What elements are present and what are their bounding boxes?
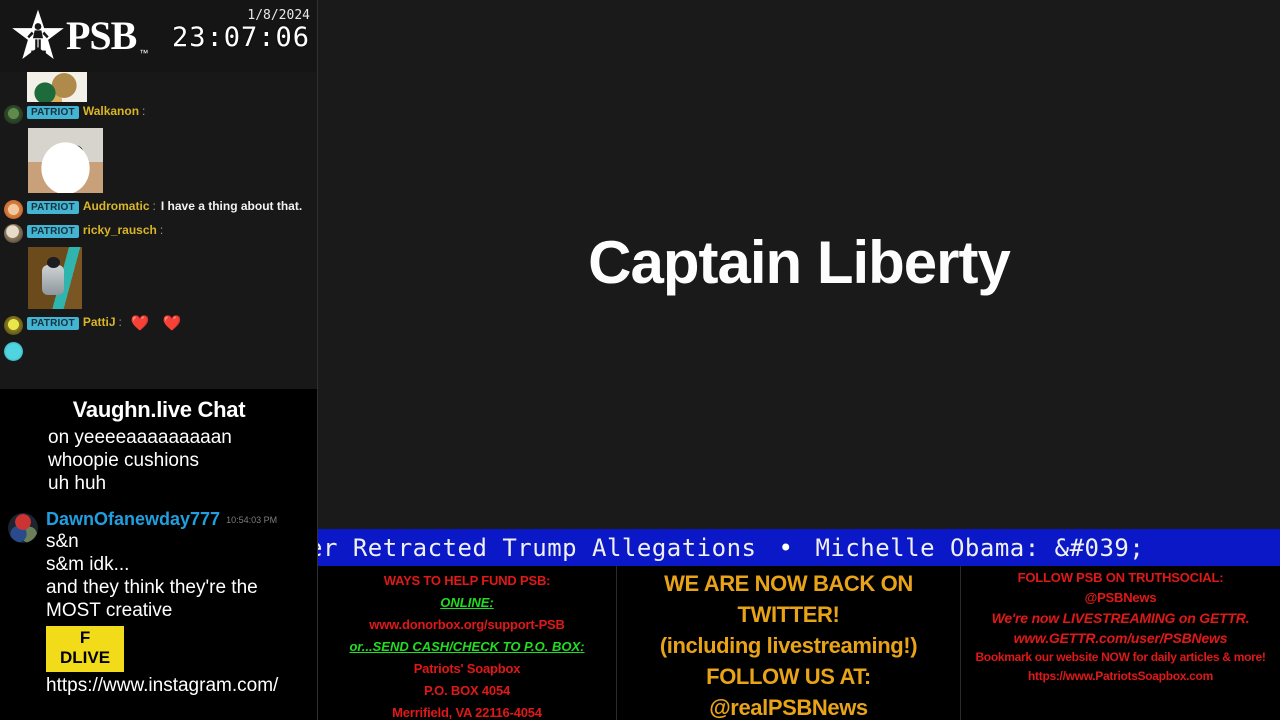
chat-message: PATRIOT Audromatic: I have a thing about t… xyxy=(0,197,318,221)
psb-header-bar: PSB ™ 1/8/2024 23:07:06 xyxy=(0,0,318,72)
vaughn-message-url[interactable]: https://www.instagram.com/ xyxy=(46,674,318,697)
dlive-badge-line-1: F xyxy=(79,628,91,647)
bookmark-heading: Bookmark our website NOW for daily artic… xyxy=(975,650,1266,664)
heart-icon: ❤️ xyxy=(130,314,150,332)
stream-caption-title: Captain Liberty xyxy=(588,229,1011,296)
avatar xyxy=(8,513,38,543)
avatar xyxy=(4,200,23,219)
patriot-badge: PATRIOT xyxy=(27,200,79,214)
avatar xyxy=(4,316,23,335)
clock-date: 1/8/2024 xyxy=(247,8,310,23)
vaughn-username[interactable]: DawnOfanewday777 xyxy=(46,509,220,529)
chat-username[interactable]: Audromatic xyxy=(83,199,150,213)
chat-message: PATRIOT ricky_rausch: xyxy=(0,221,318,313)
vaughn-chat-message: DawnOfanewday777 10:54:03 PM s&n s&m idk.… xyxy=(0,509,318,697)
caption-line: on yeeeeaaaaaaaaan xyxy=(48,427,232,448)
patriot-badge: PATRIOT xyxy=(27,105,79,119)
fund-mail-heading: or...SEND CASH/CHECK TO P.O. BOX: xyxy=(349,639,585,654)
twitter-line-1: WE ARE NOW BACK ON TWITTER! xyxy=(664,571,913,627)
caption-line: uh huh xyxy=(48,473,107,494)
clock-widget: 1/8/2024 23:07:06 xyxy=(172,8,310,52)
ticker-item: er Retracted Trump Allegations xyxy=(318,533,757,562)
left-sidebar: PSB ™ 1/8/2024 23:07:06 PATRIOT Walkanon… xyxy=(0,0,318,720)
chat-colon: : xyxy=(118,315,122,329)
patriot-badge: PATRIOT xyxy=(27,316,79,330)
dlive-badge-line-2: DLIVE xyxy=(60,648,111,667)
vaughn-chat-panel[interactable]: Vaughn.live Chat on yeeeeaaaaaaaaan whoo… xyxy=(0,389,318,720)
vaughn-message-line: s&m idk... xyxy=(46,554,130,575)
avatar xyxy=(4,342,23,361)
ticker-separator: • xyxy=(778,533,794,562)
twitter-line-3: FOLLOW US AT: xyxy=(706,664,871,689)
patriot-badge: PATRIOT xyxy=(27,224,79,238)
fund-address-name: Patriots' Soapbox xyxy=(413,661,521,676)
fund-heading: WAYS TO HELP FUND PSB: xyxy=(383,573,551,588)
fund-address-city: Merrifield, VA 22116-4054 xyxy=(392,705,542,720)
fund-online-heading: ONLINE: xyxy=(440,595,494,610)
avatar xyxy=(4,105,23,124)
chat-image-attachment xyxy=(28,128,103,193)
truthsocial-heading: FOLLOW PSB ON TRUTHSOCIAL: xyxy=(1017,570,1224,585)
trademark-symbol: ™ xyxy=(139,48,149,58)
twitter-line-2: (including livestreaming!) xyxy=(659,633,918,658)
chat-image-attachment xyxy=(27,72,87,102)
twitter-banner: WE ARE NOW BACK ON TWITTER! (including l… xyxy=(616,566,960,720)
star-silhouette-icon xyxy=(12,9,64,59)
chat-message-cropped xyxy=(0,72,318,102)
chat-message-partial xyxy=(0,337,318,363)
dlive-badge[interactable]: F DLIVE xyxy=(46,626,125,672)
gettr-url[interactable]: www.GETTR.com/user/PSBNews xyxy=(961,628,1280,648)
chat-image-attachment xyxy=(28,247,82,309)
psb-logo-text: PSB xyxy=(66,13,137,58)
vaughn-timestamp: 10:54:03 PM xyxy=(226,515,278,525)
vaughn-message-header: DawnOfanewday777 10:54:03 PM xyxy=(46,509,318,530)
chat-message: PATRIOT PattiJ: ❤️ ❤️ xyxy=(0,313,318,337)
avatar xyxy=(4,224,23,243)
psb-logo: PSB ™ xyxy=(10,8,148,64)
stream-overlay-stage: PSB ™ 1/8/2024 23:07:06 PATRIOT Walkanon… xyxy=(0,0,1280,720)
truthsocial-handle[interactable]: @PSBNews xyxy=(961,588,1280,608)
video-stage[interactable]: Captain Liberty xyxy=(318,0,1280,525)
vaughn-message-line: and they think they're the xyxy=(46,577,258,598)
sponsor-banner-strip: WAYS TO HELP FUND PSB: ONLINE: www.donor… xyxy=(318,566,1280,720)
caption-line: whoopie cushions xyxy=(48,450,200,471)
fund-address-pobox: P.O. BOX 4054 xyxy=(423,683,511,698)
emoji-group: ❤️ ❤️ xyxy=(131,316,181,331)
fund-psb-banner: WAYS TO HELP FUND PSB: ONLINE: www.donor… xyxy=(318,566,616,720)
chat-message-text: I have a thing about that. xyxy=(160,199,303,213)
news-ticker-content: er Retracted Trump Allegations • Michelle … xyxy=(318,534,1144,562)
chat-message: PATRIOT Walkanon: xyxy=(0,102,318,197)
chat-username[interactable]: PattiJ xyxy=(83,315,116,329)
chat-colon: : xyxy=(159,223,164,237)
website-url[interactable]: https://www.PatriotsSoapbox.com xyxy=(961,667,1280,686)
heart-icon: ❤️ xyxy=(162,314,182,332)
chat-username[interactable]: ricky_rausch xyxy=(83,223,157,237)
vaughn-message-line: s&n xyxy=(46,531,79,552)
clock-time: 23:07:06 xyxy=(171,22,310,53)
news-ticker: er Retracted Trump Allegations • Michelle … xyxy=(318,529,1280,566)
patriot-chat-panel[interactable]: PATRIOT Walkanon: PATRIOT Audromatic: I hav… xyxy=(0,72,318,389)
truthsocial-gettr-banner: FOLLOW PSB ON TRUTHSOCIAL: @PSBNews We'r… xyxy=(960,566,1280,720)
chat-colon: : xyxy=(152,199,156,213)
chat-username[interactable]: Walkanon xyxy=(83,104,139,118)
main-video-area: Captain Liberty er Retracted Trump Alleg… xyxy=(318,0,1280,720)
fund-donorbox-url[interactable]: www.donorbox.org/support-PSB xyxy=(318,614,616,636)
gettr-heading: We're now LIVESTREAMING on GETTR. xyxy=(991,610,1250,626)
ticker-item: Michelle Obama: &#039; xyxy=(815,533,1145,562)
vaughn-message-line: MOST creative xyxy=(46,600,173,621)
chat-colon: : xyxy=(142,104,146,118)
vaughn-chat-title: Vaughn.live Chat xyxy=(72,397,246,422)
twitter-handle[interactable]: @realPSBNews xyxy=(617,692,960,720)
